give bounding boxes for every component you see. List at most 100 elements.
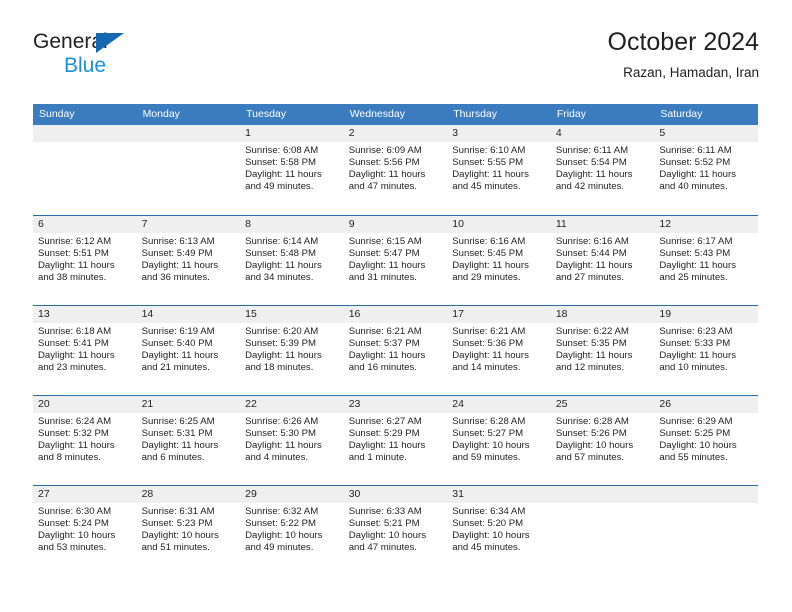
brand-name-blue: Blue [64, 54, 107, 77]
daylight-duration-line2: and 49 minutes. [245, 181, 314, 193]
sunset-time: Sunset: 5:47 PM [348, 248, 420, 260]
sunrise-time: Sunrise: 6:20 AM [245, 326, 319, 337]
daylight-duration-line1: Daylight: 10 hours [38, 530, 116, 542]
calendar-day-cell[interactable]: 15 Sunrise: 6:20 AM Sunset: 5:39 PM Dayligh… [240, 306, 344, 395]
calendar-page: General Blue October 2024 Razan, Hamadan… [0, 0, 792, 612]
day-sun-info: Sunrise: 6:09 AM Sunset: 5:56 PM Daylight:… [344, 142, 448, 193]
weekday-header-tuesday: Tuesday [246, 108, 287, 120]
sunrise-time: Sunrise: 6:21 AM [348, 326, 422, 337]
daylight-duration-line1: Daylight: 11 hours [141, 440, 219, 452]
day-sun-info: Sunrise: 6:13 AM Sunset: 5:49 PM Daylight:… [137, 233, 241, 284]
sunrise-time: Sunrise: 6:16 AM [555, 236, 629, 247]
day-sun-info: Sunrise: 6:33 AM Sunset: 5:21 PM Daylight:… [344, 503, 448, 554]
daylight-duration-line1: Daylight: 11 hours [348, 350, 426, 362]
calendar-day-cell[interactable]: 29 Sunrise: 6:32 AM Sunset: 5:22 PM Dayligh… [240, 486, 344, 575]
calendar-day-cell[interactable]: 13 Sunrise: 6:18 AM Sunset: 5:41 PM Dayligh… [33, 306, 137, 395]
weekday-header-thursday: Thursday [453, 108, 498, 120]
daylight-duration-line2: and 25 minutes. [659, 272, 728, 284]
calendar-day-cell[interactable]: 9 Sunrise: 6:15 AM Sunset: 5:47 PM Daylight… [343, 216, 448, 305]
calendar-day-cell[interactable]: 11 Sunrise: 6:16 AM Sunset: 5:44 PM Dayligh… [550, 216, 655, 305]
sunset-time: Sunset: 5:58 PM [245, 157, 317, 169]
day-number: 26 [654, 396, 758, 413]
brand-logo[interactable]: General Blue [33, 30, 153, 86]
day-sun-info: Sunrise: 6:10 AM Sunset: 5:55 PM Daylight:… [447, 142, 551, 193]
sunrise-time: Sunrise: 6:15 AM [348, 236, 422, 247]
day-number [654, 486, 758, 503]
calendar-day-cell[interactable]: 6 Sunrise: 6:12 AM Sunset: 5:51 PM Daylight… [33, 216, 137, 305]
calendar-week-row: 27 Sunrise: 6:30 AM Sunset: 5:24 PM Dayligh… [33, 485, 758, 575]
calendar-day-cell[interactable]: 4 Sunrise: 6:11 AM Sunset: 5:54 PM Daylight… [550, 125, 655, 215]
calendar-day-cell[interactable]: 14 Sunrise: 6:19 AM Sunset: 5:40 PM Dayligh… [136, 306, 241, 395]
calendar-day-cell[interactable]: 24 Sunrise: 6:28 AM Sunset: 5:27 PM Dayligh… [447, 396, 551, 485]
calendar-day-cell-empty [550, 486, 655, 575]
daylight-duration-line2: and 31 minutes. [348, 272, 417, 284]
daylight-duration-line1: Daylight: 11 hours [555, 350, 633, 362]
title-block: October 2024 Razan, Hamadan, Iran [608, 26, 760, 83]
day-sun-info: Sunrise: 6:29 AM Sunset: 5:25 PM Daylight:… [654, 413, 758, 464]
sunset-time: Sunset: 5:49 PM [141, 248, 213, 260]
daylight-duration-line1: Daylight: 10 hours [452, 530, 530, 542]
calendar-day-cell[interactable]: 23 Sunrise: 6:27 AM Sunset: 5:29 PM Dayligh… [343, 396, 448, 485]
sunrise-time: Sunrise: 6:17 AM [659, 236, 733, 247]
daylight-duration-line1: Daylight: 11 hours [245, 169, 322, 181]
day-number: 3 [447, 125, 551, 142]
day-number: 15 [240, 306, 344, 323]
calendar-day-cell[interactable]: 2 Sunrise: 6:09 AM Sunset: 5:56 PM Daylight… [343, 125, 448, 215]
day-number: 25 [550, 396, 655, 413]
calendar-day-cell[interactable]: 17 Sunrise: 6:21 AM Sunset: 5:36 PM Dayligh… [447, 306, 551, 395]
daylight-duration-line1: Daylight: 11 hours [38, 260, 115, 272]
calendar-day-cell[interactable]: 26 Sunrise: 6:29 AM Sunset: 5:25 PM Dayligh… [654, 396, 758, 485]
calendar-grid: Sunday Monday Tuesday Wednesday Thursday Frid… [33, 104, 758, 575]
calendar-day-cell[interactable]: 20 Sunrise: 6:24 AM Sunset: 5:32 PM Dayligh… [33, 396, 137, 485]
calendar-week-row: 13 Sunrise: 6:18 AM Sunset: 5:41 PM Dayligh… [33, 305, 758, 395]
sunset-time: Sunset: 5:24 PM [38, 518, 109, 530]
calendar-day-cell[interactable]: 1 Sunrise: 6:08 AM Sunset: 5:58 PM Daylight… [240, 125, 344, 215]
calendar-day-cell[interactable]: 27 Sunrise: 6:30 AM Sunset: 5:24 PM Dayligh… [33, 486, 137, 575]
calendar-day-cell[interactable]: 31 Sunrise: 6:34 AM Sunset: 5:20 PM Dayligh… [447, 486, 551, 575]
sunrise-time: Sunrise: 6:31 AM [141, 506, 215, 517]
page-title: October 2024 [607, 28, 760, 56]
calendar-day-cell[interactable]: 3 Sunrise: 6:10 AM Sunset: 5:55 PM Daylight… [447, 125, 551, 215]
daylight-duration-line1: Daylight: 11 hours [555, 260, 633, 272]
daylight-duration-line2: and 16 minutes. [348, 362, 417, 374]
calendar-day-cell[interactable]: 19 Sunrise: 6:23 AM Sunset: 5:33 PM Dayligh… [654, 306, 758, 395]
day-sun-info: Sunrise: 6:23 AM Sunset: 5:33 PM Daylight:… [654, 323, 758, 374]
calendar-day-cell[interactable]: 10 Sunrise: 6:16 AM Sunset: 5:45 PM Dayligh… [447, 216, 551, 305]
calendar-day-cell[interactable]: 7 Sunrise: 6:13 AM Sunset: 5:49 PM Daylight… [136, 216, 241, 305]
calendar-day-cell[interactable]: 21 Sunrise: 6:25 AM Sunset: 5:31 PM Dayligh… [136, 396, 241, 485]
sunrise-time: Sunrise: 6:21 AM [452, 326, 526, 337]
daylight-duration-line2: and 45 minutes. [452, 542, 521, 554]
day-number: 10 [447, 216, 551, 233]
day-number: 7 [136, 216, 241, 233]
sunset-time: Sunset: 5:55 PM [452, 157, 524, 169]
calendar-day-cell-empty [136, 125, 241, 215]
calendar-day-cell[interactable]: 22 Sunrise: 6:26 AM Sunset: 5:30 PM Dayligh… [240, 396, 344, 485]
calendar-day-cell[interactable]: 25 Sunrise: 6:28 AM Sunset: 5:26 PM Dayligh… [550, 396, 655, 485]
sunrise-time: Sunrise: 6:27 AM [348, 416, 422, 427]
sunrise-time: Sunrise: 6:32 AM [245, 506, 319, 517]
day-sun-info: Sunrise: 6:21 AM Sunset: 5:36 PM Daylight:… [447, 323, 551, 374]
day-sun-info: Sunrise: 6:31 AM Sunset: 5:23 PM Daylight:… [137, 503, 241, 554]
day-number: 30 [343, 486, 448, 503]
calendar-day-cell[interactable]: 5 Sunrise: 6:11 AM Sunset: 5:52 PM Daylight… [654, 125, 758, 215]
calendar-day-cell[interactable]: 30 Sunrise: 6:33 AM Sunset: 5:21 PM Dayligh… [343, 486, 448, 575]
daylight-duration-line2: and 4 minutes. [245, 452, 309, 464]
day-number [550, 486, 655, 503]
daylight-duration-line1: Daylight: 11 hours [555, 169, 633, 181]
daylight-duration-line2: and 49 minutes. [245, 542, 314, 554]
calendar-day-cell[interactable]: 18 Sunrise: 6:22 AM Sunset: 5:35 PM Dayligh… [550, 306, 655, 395]
calendar-day-cell[interactable]: 16 Sunrise: 6:21 AM Sunset: 5:37 PM Dayligh… [343, 306, 448, 395]
daylight-duration-line1: Daylight: 11 hours [452, 260, 529, 272]
calendar-day-cell[interactable]: 8 Sunrise: 6:14 AM Sunset: 5:48 PM Daylight… [240, 216, 344, 305]
daylight-duration-line1: Daylight: 11 hours [348, 169, 426, 181]
calendar-weeks: 1 Sunrise: 6:08 AM Sunset: 5:58 PM Daylight… [33, 125, 758, 575]
day-sun-info: Sunrise: 6:27 AM Sunset: 5:29 PM Daylight:… [344, 413, 448, 464]
day-number: 13 [33, 306, 137, 323]
calendar-day-cell[interactable]: 28 Sunrise: 6:31 AM Sunset: 5:23 PM Dayligh… [136, 486, 241, 575]
calendar-day-cell[interactable]: 12 Sunrise: 6:17 AM Sunset: 5:43 PM Dayligh… [654, 216, 758, 305]
sunset-time: Sunset: 5:26 PM [555, 428, 627, 440]
sunrise-time: Sunrise: 6:28 AM [452, 416, 526, 427]
sunset-time: Sunset: 5:44 PM [555, 248, 627, 260]
sunrise-time: Sunrise: 6:30 AM [38, 506, 112, 517]
daylight-duration-line1: Daylight: 11 hours [38, 440, 115, 452]
